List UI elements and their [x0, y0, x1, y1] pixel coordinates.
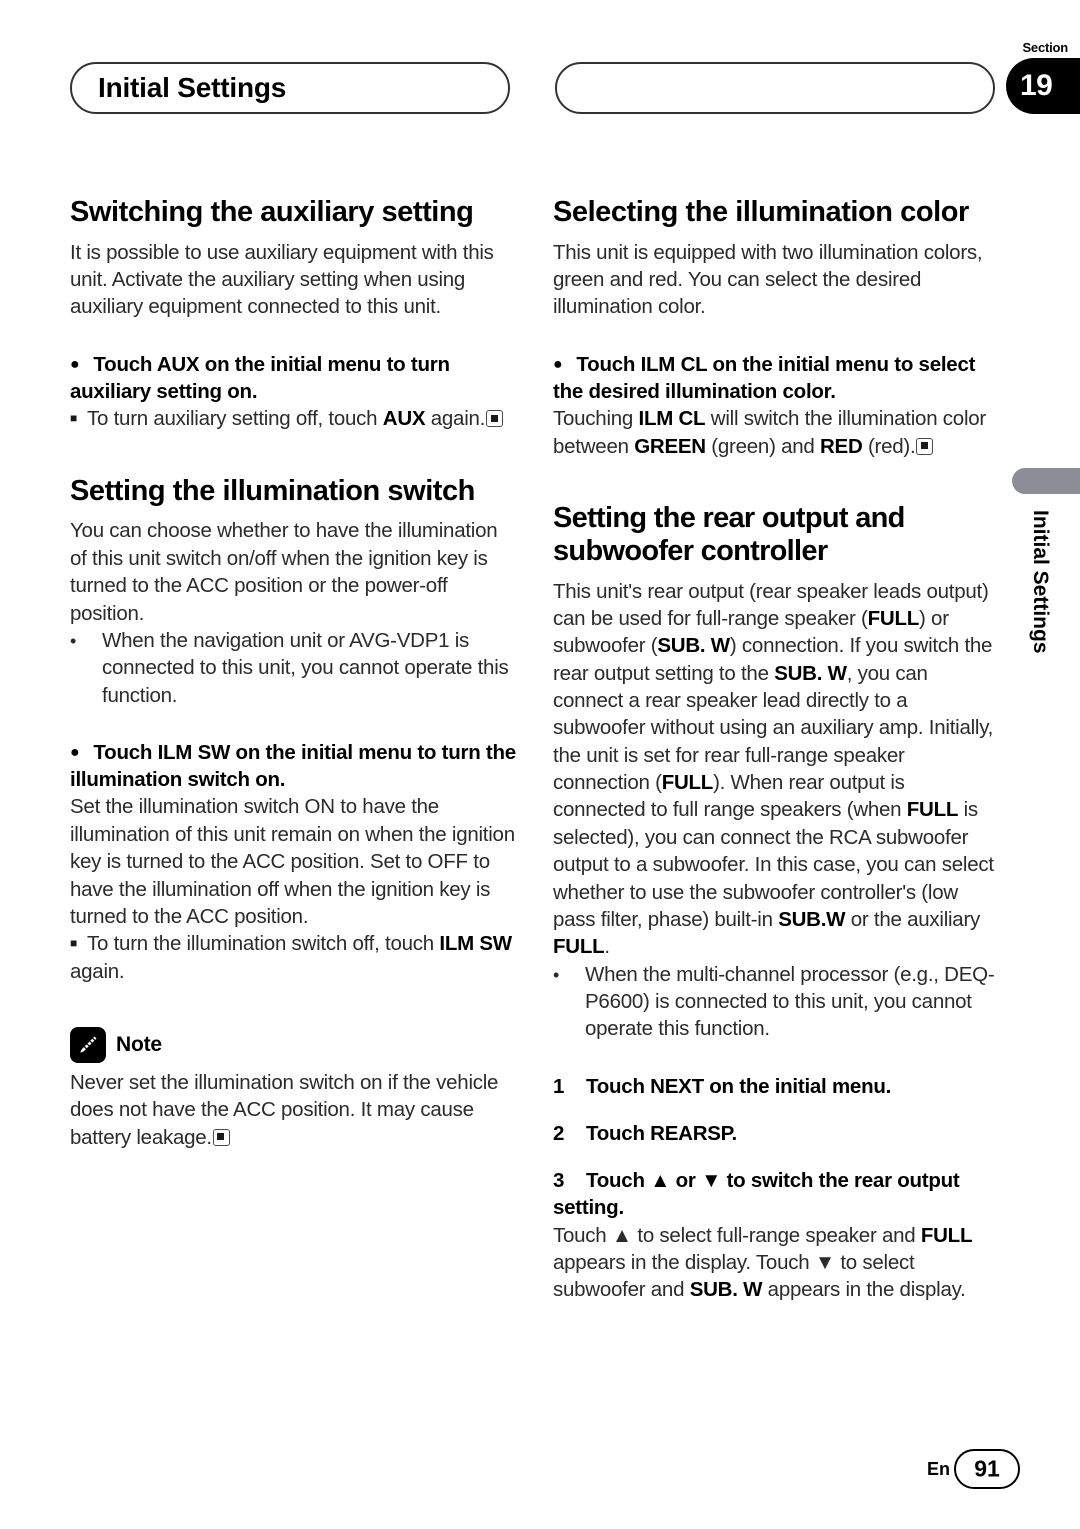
- instruction-touch-ilm-cl: Touch ILM CL on the initial menu to sele…: [553, 351, 1001, 406]
- subnote-ilm-sw-off-bold: ILM SW: [439, 932, 512, 956]
- paragraph-note-text-inner: Never set the illumination switch on if …: [70, 1071, 499, 1149]
- section-number: 19: [1020, 69, 1053, 102]
- step-2-text: Touch REARSP.: [586, 1121, 737, 1145]
- end-of-section-marker-icon: [486, 410, 504, 428]
- rear-bold-6: SUB.W: [778, 907, 846, 931]
- subnote-aux-off-bold: AUX: [382, 407, 426, 431]
- note-header: Note: [70, 1027, 518, 1063]
- side-tab-marker: [1012, 468, 1080, 494]
- subnote-ilm-sw-off-suffix: again.: [70, 959, 125, 983]
- subnote-aux-off-prefix: To turn auxiliary setting off, touch: [87, 407, 383, 431]
- side-tab-label: Initial Settings: [1029, 510, 1052, 654]
- rear-bold-7: FULL: [553, 935, 605, 959]
- dash-item-multichannel-processor: When the multi-channel processor (e.g., …: [553, 961, 1001, 1043]
- subnote-ilm-sw-off: To turn the illumination switch off, tou…: [70, 930, 518, 985]
- end-of-section-marker-icon: [212, 1128, 230, 1146]
- ilm-cl-body-part1: Touching: [553, 407, 639, 431]
- step-3-number: 3: [553, 1169, 565, 1193]
- header-empty-pill: [555, 62, 995, 114]
- paragraph-illumination-switch-body: Set the illumination switch ON to have t…: [70, 795, 515, 928]
- step-2-number: 2: [553, 1121, 565, 1145]
- ilm-cl-bold-green: GREEN: [634, 434, 706, 458]
- step-1-text: Touch NEXT on the initial menu.: [586, 1074, 892, 1098]
- page-footer: En 91: [0, 1447, 1080, 1493]
- heading-selecting-illumination-color: Selecting the illumination color: [553, 196, 969, 228]
- instruction-touch-aux: Touch AUX on the initial menu to turn au…: [70, 351, 518, 406]
- ilm-cl-body-part3: (green) and: [705, 434, 820, 458]
- section-badge: 19: [1006, 58, 1080, 114]
- footer-page-badge: 91: [954, 1449, 1020, 1489]
- subnote-aux-off: To turn auxiliary setting off, touch AUX…: [70, 405, 518, 432]
- step3-bold-full: FULL: [920, 1223, 973, 1247]
- step-1-number: 1: [553, 1074, 565, 1098]
- dash-item-navigation-unit: When the navigation unit or AVG-VDP1 is …: [70, 627, 518, 709]
- instruction-touch-ilm-sw-text: Touch ILM SW on the initial menu to turn…: [70, 740, 516, 792]
- instruction-touch-ilm-sw: Touch ILM SW on the initial menu to turn…: [70, 739, 518, 794]
- step3-part-1: Touch ▲ to select full-range speaker and: [553, 1223, 921, 1247]
- paragraph-illumination-color-intro: This unit is equipped with two illuminat…: [553, 240, 983, 319]
- header-title-pill: Initial Settings: [70, 62, 510, 114]
- subnote-ilm-sw-off-prefix: To turn the illumination switch off, tou…: [87, 932, 440, 956]
- heading-setting-rear-output: Setting the rear output and subwoofer co…: [553, 502, 905, 567]
- rear-bold-1: FULL: [867, 606, 920, 630]
- section-label: Section: [1022, 40, 1068, 55]
- paragraph-rear-output-body: This unit's rear output (rear speaker le…: [553, 578, 1001, 961]
- right-column: Selecting the illumination color This un…: [553, 196, 1001, 1304]
- rear-bold-2: SUB. W: [657, 634, 730, 658]
- page-title: Initial Settings: [98, 72, 287, 103]
- dash-item-multichannel-processor-text: When the multi-channel processor (e.g., …: [585, 962, 995, 1041]
- step3-bold-subw: SUB. W: [689, 1278, 763, 1302]
- rear-bold-4: FULL: [661, 771, 714, 795]
- step-3-text: Touch ▲ or ▼ to switch the rear output s…: [553, 1169, 960, 1220]
- end-of-section-marker-icon: [916, 437, 934, 455]
- step3-part-3: appears in the display.: [762, 1278, 966, 1302]
- rear-bold-5: FULL: [906, 798, 959, 822]
- page-header: Initial Settings Section 19: [0, 0, 1080, 150]
- paragraph-step-3-body: Touch ▲ to select full-range speaker and…: [553, 1222, 1001, 1304]
- pencil-icon: [70, 1027, 106, 1063]
- paragraph-note-text: Never set the illumination switch on if …: [70, 1069, 518, 1151]
- ilm-cl-bold-1: ILM CL: [638, 407, 706, 431]
- instruction-touch-aux-text: Touch AUX on the initial menu to turn au…: [70, 352, 450, 404]
- ilm-cl-bold-red: RED: [819, 434, 863, 458]
- step-1: 1 Touch NEXT on the initial menu.: [553, 1073, 1001, 1100]
- left-column: Switching the auxiliary setting It is po…: [70, 196, 518, 1151]
- instruction-touch-ilm-cl-text: Touch ILM CL on the initial menu to sele…: [553, 352, 976, 404]
- ilm-cl-body-part4: (red).: [862, 434, 916, 458]
- manual-page: Initial Settings Section 19 Initial Sett…: [0, 0, 1080, 1529]
- footer-language: En: [926, 1459, 950, 1479]
- paragraph-illumination-color-body: Touching ILM CL will switch the illumina…: [553, 405, 1001, 460]
- dash-item-navigation-unit-text: When the navigation unit or AVG-VDP1 is …: [102, 628, 509, 707]
- paragraph-auxiliary-intro: It is possible to use auxiliary equipmen…: [70, 240, 494, 319]
- subnote-aux-off-suffix: again.: [425, 407, 486, 431]
- heading-switching-auxiliary-setting: Switching the auxiliary setting: [70, 196, 474, 228]
- step-3: 3 Touch ▲ or ▼ to switch the rear output …: [553, 1167, 1001, 1222]
- heading-setting-illumination-switch: Setting the illumination switch: [70, 474, 475, 507]
- rear-bold-3: SUB. W: [774, 661, 847, 685]
- note-label: Note: [116, 1033, 162, 1056]
- step-2: 2 Touch REARSP.: [553, 1120, 1001, 1147]
- rear-part-7: or the auxiliary: [845, 907, 981, 931]
- paragraph-illumination-switch-intro: You can choose whether to have the illum…: [70, 519, 498, 625]
- footer-page-number: 91: [974, 1455, 1000, 1482]
- rear-part-8: .: [604, 935, 610, 959]
